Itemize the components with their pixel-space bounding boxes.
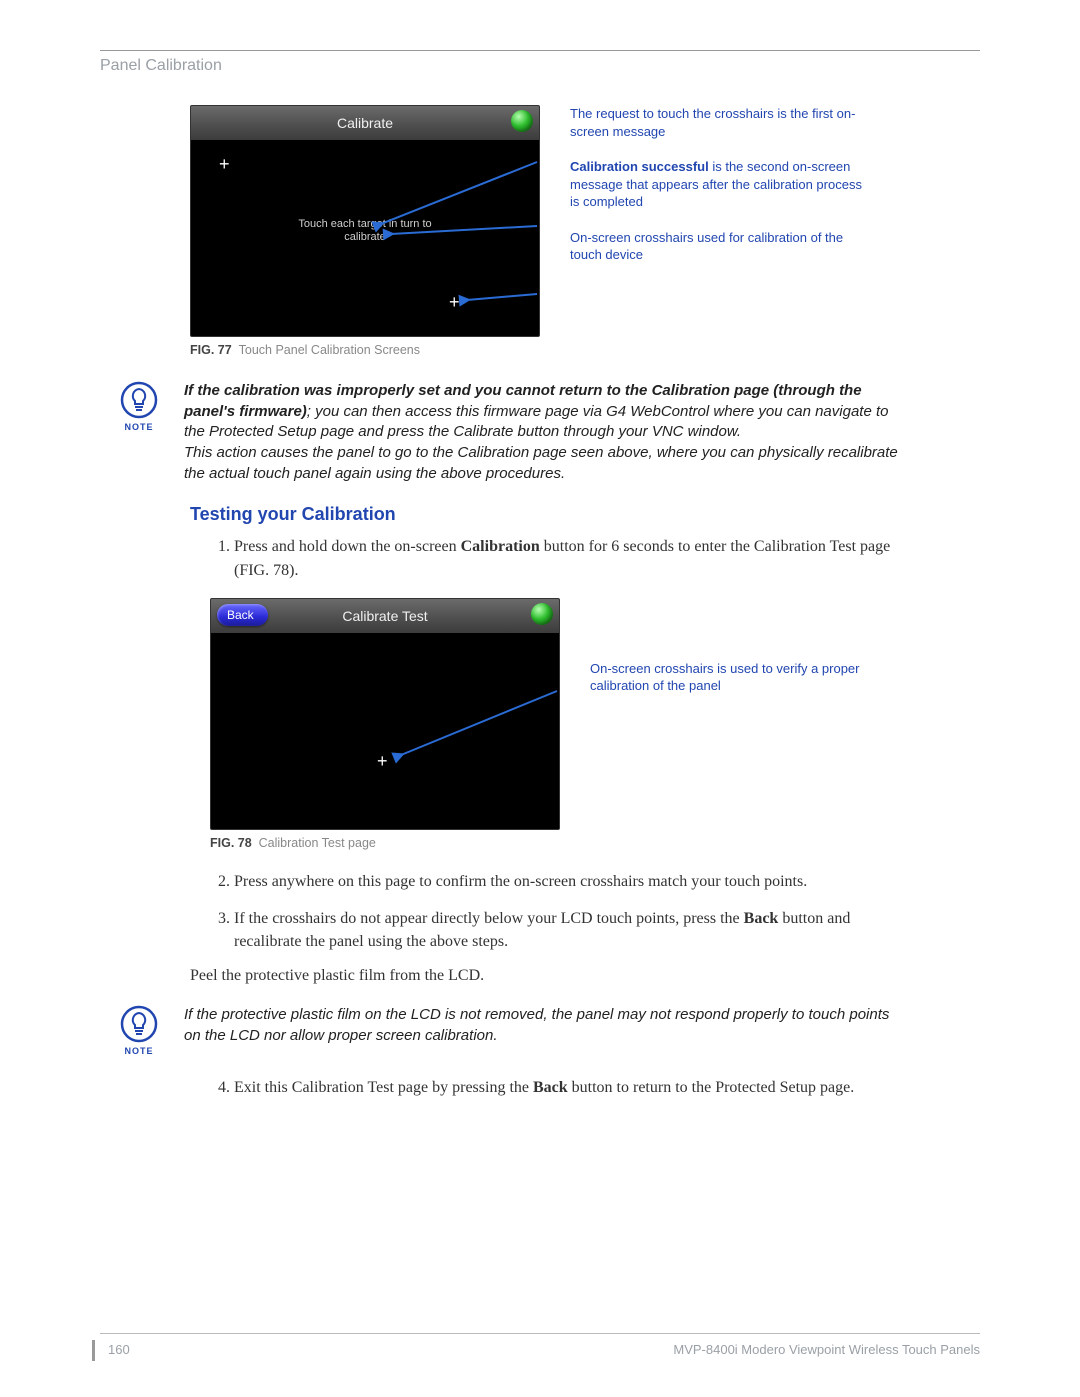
fig78-caption: FIG. 78 Calibration Test page	[210, 836, 980, 850]
callout-bold: Calibration successful	[570, 159, 709, 174]
note-block-2: NOTE If the protective plastic film on t…	[118, 1005, 980, 1056]
crosshair-icon: +	[449, 292, 460, 313]
note1-line2: This action causes the panel to go to th…	[184, 444, 898, 482]
step-bold: Back	[533, 1079, 568, 1096]
step-bold: Back	[744, 910, 779, 927]
page-number: 160	[108, 1342, 130, 1357]
note-label: NOTE	[124, 422, 153, 432]
fig77-callout-1: The request to touch the crosshairs is t…	[570, 105, 870, 140]
note-label: NOTE	[124, 1046, 153, 1056]
step-text: Exit this Calibration Test page by press…	[234, 1079, 533, 1096]
step-4: Exit this Calibration Test page by press…	[234, 1076, 910, 1099]
heading-testing-calibration: Testing your Calibration	[190, 504, 980, 525]
fig77-callout-2: Calibration successful is the second on-…	[570, 158, 870, 211]
step-text: button to return to the Protected Setup …	[568, 1079, 855, 1096]
fig78-callout-1: On-screen crosshairs is used to verify a…	[590, 660, 890, 695]
status-dot-icon	[511, 110, 533, 132]
step-bold: Calibration	[461, 538, 540, 555]
note-block-1: NOTE If the calibration was improperly s…	[118, 381, 980, 484]
crosshair-icon: +	[219, 154, 230, 175]
paragraph-peel-film: Peel the protective plastic film from th…	[190, 967, 970, 985]
crosshair-icon: +	[377, 751, 388, 772]
fig77-callout-3: On-screen crosshairs used for calibratio…	[570, 229, 870, 264]
fig77-screen-title: Calibrate	[337, 115, 393, 131]
note-icon: NOTE	[118, 381, 160, 432]
page-footer: 160 MVP-8400i Modero Viewpoint Wireless …	[100, 1333, 980, 1357]
note-icon: NOTE	[118, 1005, 160, 1056]
fig78-screen: Back Calibrate Test +	[210, 598, 560, 830]
status-dot-icon	[531, 603, 553, 625]
lightbulb-icon	[120, 1005, 158, 1043]
step-3: If the crosshairs do not appear directly…	[234, 907, 910, 953]
lightbulb-icon	[120, 381, 158, 419]
back-button[interactable]: Back	[217, 604, 268, 626]
step-text: Press anywhere on this page to confirm t…	[234, 873, 807, 890]
fig-caption-text: Touch Panel Calibration Screens	[239, 343, 420, 357]
figure-78: Back Calibrate Test + On-screen crosshai…	[210, 598, 980, 830]
footer-doc-title: MVP-8400i Modero Viewpoint Wireless Touc…	[673, 1342, 980, 1357]
step-text: If the crosshairs do not appear directly…	[234, 910, 744, 927]
fig78-screen-title: Calibrate Test	[342, 608, 427, 624]
step-2: Press anywhere on this page to confirm t…	[234, 870, 910, 893]
step-text: Press and hold down the on-screen	[234, 538, 461, 555]
fig-number: FIG. 78	[210, 836, 252, 850]
fig77-message: Touch each target in turn to calibrate	[285, 218, 445, 244]
step-1: Press and hold down the on-screen Calibr…	[234, 535, 910, 581]
fig-number: FIG. 77	[190, 343, 232, 357]
fig77-caption: FIG. 77 Touch Panel Calibration Screens	[190, 343, 980, 357]
fig77-screen: Calibrate + Touch each target in turn to…	[190, 105, 540, 337]
figure-77: Calibrate + Touch each target in turn to…	[190, 105, 980, 337]
fig-caption-text: Calibration Test page	[259, 836, 376, 850]
note2-text: If the protective plastic film on the LC…	[184, 1006, 889, 1044]
page-section-label: Panel Calibration	[100, 57, 980, 75]
